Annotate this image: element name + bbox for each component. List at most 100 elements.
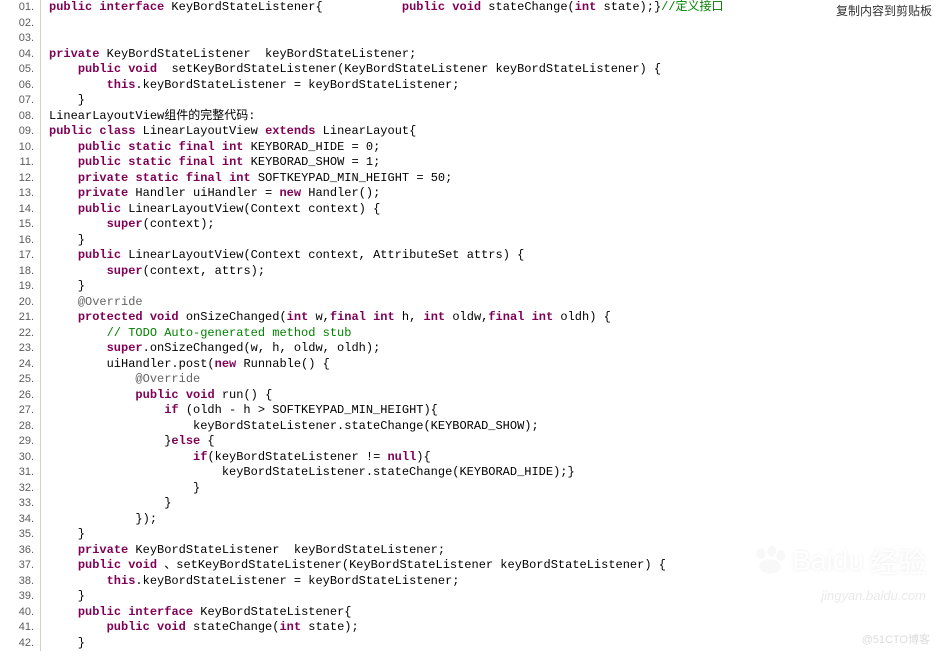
token-plain [215, 140, 222, 154]
line-content: this.keyBordStateListener = keyBordState… [40, 78, 936, 94]
line-content: } [40, 527, 936, 543]
code-line: 32. } [0, 481, 936, 497]
token-plain: } [49, 636, 85, 650]
token-kw: void [128, 558, 157, 572]
token-kw: int [287, 310, 309, 324]
token-plain [49, 403, 164, 417]
token-kw: final [488, 310, 524, 324]
token-plain: } [49, 434, 171, 448]
line-content: public LinearLayoutView(Context context)… [40, 202, 936, 218]
line-number: 09. [0, 124, 40, 140]
code-line: 19. } [0, 279, 936, 295]
code-line: 30. if(keyBordStateListener != null){ [0, 450, 936, 466]
token-plain [215, 155, 222, 169]
code-line: 26. public void run() { [0, 388, 936, 404]
code-line: 38. this.keyBordStateListener = keyBordS… [0, 574, 936, 590]
line-number: 36. [0, 543, 40, 559]
token-kw: int [222, 140, 244, 154]
token-plain: { [200, 434, 214, 448]
token-kw: private [78, 543, 128, 557]
line-number: 11. [0, 155, 40, 171]
token-plain: LinearLayoutView(Context context, Attrib… [121, 248, 524, 262]
token-plain [171, 140, 178, 154]
token-plain: KeyBordStateListener{ [193, 605, 351, 619]
token-plain: } [49, 589, 85, 603]
token-plain: KEYBORAD_HIDE = [243, 140, 365, 154]
token-kw: int [575, 0, 597, 14]
token-annot: @Override [78, 295, 143, 309]
token-kw: protected [78, 310, 143, 324]
token-kw: this [107, 574, 136, 588]
token-plain: } [49, 233, 85, 247]
token-kw: super [107, 217, 143, 231]
token-plain: Handler uiHandler = [128, 186, 279, 200]
code-line: 04.private KeyBordStateListener keyBordS… [0, 47, 936, 63]
token-kw: null [387, 450, 416, 464]
token-plain [49, 264, 107, 278]
token-kw: int [222, 155, 244, 169]
token-plain: LinearLayoutView组件的完整代码: [49, 109, 255, 123]
token-plain [49, 140, 78, 154]
token-plain [49, 450, 193, 464]
code-line: 25. @Override [0, 372, 936, 388]
token-plain [222, 171, 229, 185]
line-content [40, 31, 936, 47]
token-plain: 50 [431, 171, 445, 185]
code-line: 17. public LinearLayoutView(Context cont… [0, 248, 936, 264]
token-kw: extends [265, 124, 315, 138]
line-number: 08. [0, 109, 40, 125]
token-plain [143, 310, 150, 324]
token-plain: ){ [416, 450, 430, 464]
token-plain [179, 388, 186, 402]
token-plain: } [49, 93, 85, 107]
token-plain [49, 16, 56, 30]
line-content: this.keyBordStateListener = keyBordState… [40, 574, 936, 590]
token-kw: public [49, 0, 92, 14]
code-line: 22. // TODO Auto-generated method stub [0, 326, 936, 342]
line-number: 30. [0, 450, 40, 466]
token-kw: interface [99, 0, 164, 14]
token-plain: oldh) { [553, 310, 611, 324]
code-line: 31. keyBordStateListener.stateChange(KEY… [0, 465, 936, 481]
token-plain: Runnable() { [236, 357, 330, 371]
token-plain: onSizeChanged( [179, 310, 287, 324]
token-plain [49, 574, 107, 588]
code-line: 34. }); [0, 512, 936, 528]
token-plain [49, 310, 78, 324]
line-content: public void run() { [40, 388, 936, 404]
token-kw: int [279, 620, 301, 634]
token-kw: final [186, 171, 222, 185]
line-number: 07. [0, 93, 40, 109]
token-plain: (context, attrs); [143, 264, 265, 278]
line-content: } [40, 496, 936, 512]
token-kw: public [78, 202, 121, 216]
line-content: if(keyBordStateListener != null){ [40, 450, 936, 466]
token-plain [49, 295, 78, 309]
token-plain: KeyBordStateListener keyBordStateListene… [128, 543, 445, 557]
code-line: 36. private KeyBordStateListener keyBord… [0, 543, 936, 559]
token-kw: super [107, 341, 143, 355]
token-plain: LinearLayout{ [315, 124, 416, 138]
line-number: 25. [0, 372, 40, 388]
line-content: super(context); [40, 217, 936, 233]
token-plain: state); [301, 620, 359, 634]
line-number: 16. [0, 233, 40, 249]
line-number: 01. [0, 0, 40, 16]
code-line: 23. super.onSizeChanged(w, h, oldw, oldh… [0, 341, 936, 357]
token-plain [49, 605, 78, 619]
token-kw: private [49, 47, 99, 61]
token-annot: @Override [135, 372, 200, 386]
token-kw: if [164, 403, 178, 417]
line-content: public void stateChange(int state); [40, 620, 936, 636]
token-plain: LinearLayoutView [135, 124, 265, 138]
token-plain: } [49, 527, 85, 541]
line-content: } [40, 93, 936, 109]
code-line: 14. public LinearLayoutView(Context cont… [0, 202, 936, 218]
line-content: public LinearLayoutView(Context context,… [40, 248, 936, 264]
line-number: 10. [0, 140, 40, 156]
line-number: 32. [0, 481, 40, 497]
code-line: 05. public void setKeyBordStateListener(… [0, 62, 936, 78]
line-content: private KeyBordStateListener keyBordStat… [40, 543, 936, 559]
copy-to-clipboard-link[interactable]: 复制内容到剪贴板 [836, 2, 932, 19]
token-kw: int [373, 310, 395, 324]
